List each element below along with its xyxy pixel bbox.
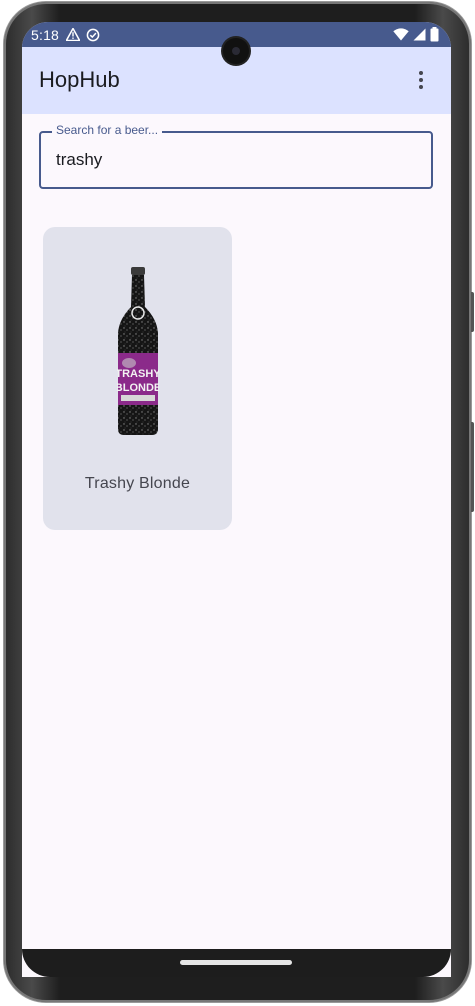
- signal-icon: [413, 28, 426, 41]
- home-gesture-handle[interactable]: [180, 960, 292, 965]
- wifi-icon: [393, 28, 409, 41]
- status-time: 5:18: [31, 26, 60, 43]
- app-title: HopHub: [39, 67, 120, 92]
- more-options-button[interactable]: [409, 66, 433, 94]
- app-screen: 5:18 HopHub Search for a beer... trashy …: [22, 22, 451, 977]
- beer-name: Trashy Blonde: [84, 475, 191, 492]
- navigation-bar: [22, 949, 451, 977]
- battery-icon: [430, 27, 439, 42]
- beer-card[interactable]: TRASHY BLONDE Trashy Blonde: [43, 227, 232, 530]
- svg-text:TRASHY: TRASHY: [117, 368, 159, 380]
- front-camera: [223, 38, 249, 64]
- search-label: Search for a beer...: [52, 123, 163, 137]
- warning-icon: [66, 28, 81, 41]
- beer-bottle-image: TRASHY BLONDE: [117, 267, 159, 435]
- more-vert-icon: [419, 71, 423, 75]
- search-input[interactable]: [56, 149, 416, 171]
- power-button: [471, 292, 474, 332]
- volume-button: [471, 422, 474, 512]
- search-field[interactable]: Search for a beer...: [39, 123, 433, 189]
- sync-check-icon: [86, 28, 100, 41]
- svg-text:BLONDE: BLONDE: [117, 382, 159, 394]
